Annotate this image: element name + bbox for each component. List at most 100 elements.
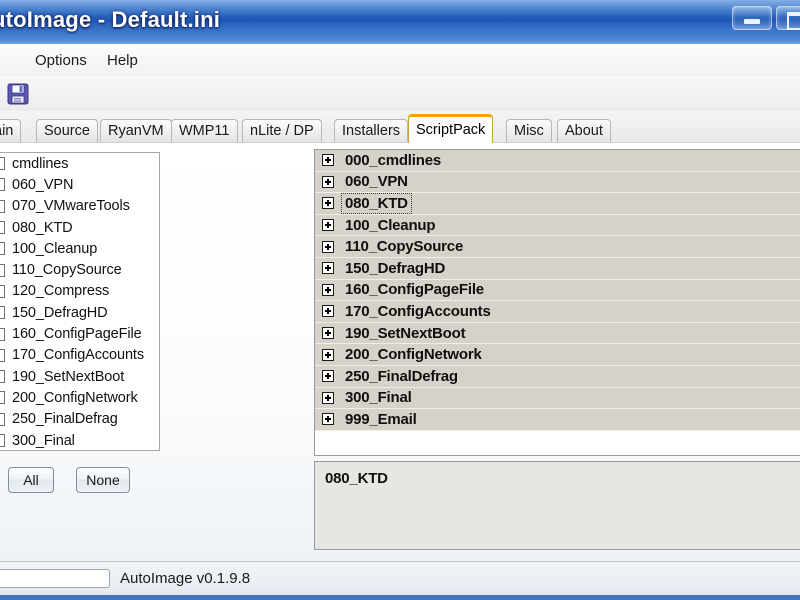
checkbox-icon[interactable]	[0, 199, 5, 213]
title-bar: utoImage - Default.ini	[0, 0, 800, 45]
scriptpack-page: cmdlines 060_VPN 070_VMwareTools 080_KTD 100…	[0, 142, 800, 562]
treeview-row[interactable]: 150_DefragHD	[315, 257, 800, 280]
checkbox-icon[interactable]	[0, 221, 5, 235]
checklist-item-label: 200_ConfigNetwork	[12, 389, 138, 406]
minimize-icon	[744, 19, 760, 24]
checklist-item-label: 250_FinalDefrag	[12, 411, 118, 428]
checkbox-icon[interactable]	[0, 306, 5, 320]
treeview-row-label: 150_DefragHD	[345, 259, 446, 277]
tab-nlite-dp[interactable]: nLite / DP	[242, 119, 322, 143]
checklist-item-label: 300_Final	[12, 432, 75, 449]
checklist-item-label: 060_VPN	[12, 176, 74, 193]
checklist-item[interactable]: 170_ConfigAccounts	[0, 345, 159, 366]
treeview-row[interactable]: 000_cmdlines	[315, 150, 800, 172]
checklist-item[interactable]: 190_SetNextBoot	[0, 366, 159, 387]
treeview-row[interactable]: 160_ConfigPageFile	[315, 279, 800, 302]
checklist-item[interactable]: cmdlines	[0, 153, 159, 174]
maximize-icon	[787, 12, 800, 30]
checkbox-icon[interactable]	[0, 412, 5, 426]
treeview-row-label: 250_FinalDefrag	[345, 367, 458, 385]
treeview-row[interactable]: 999_Email	[315, 409, 800, 431]
checkbox-icon[interactable]	[0, 370, 5, 384]
treeview-row[interactable]: 170_ConfigAccounts	[315, 301, 800, 323]
tab-scriptpack[interactable]: ScriptPack	[408, 114, 494, 143]
window-title: utoImage - Default.ini	[0, 7, 221, 32]
checkbox-icon[interactable]	[0, 327, 5, 341]
checklist-item[interactable]: 060_VPN	[0, 174, 159, 195]
tab-about[interactable]: About	[557, 119, 611, 143]
checklist-item[interactable]: 250_FinalDefrag	[0, 409, 159, 430]
expand-plus-icon[interactable]	[322, 197, 334, 210]
scriptpack-checklist[interactable]: cmdlines 060_VPN 070_VMwareTools 080_KTD 100…	[0, 152, 160, 451]
expand-plus-icon[interactable]	[322, 413, 334, 426]
menu-item-help[interactable]: Help	[101, 50, 144, 71]
treeview-row-label: 080_KTD	[341, 192, 412, 214]
treeview-row[interactable]: 060_VPN	[315, 171, 800, 194]
expand-plus-icon[interactable]	[322, 262, 334, 275]
checklist-item[interactable]: 150_DefragHD	[0, 302, 159, 323]
tab-ain[interactable]: ain	[0, 119, 22, 143]
checklist-item[interactable]: 070_VMwareTools	[0, 196, 159, 217]
tab-ryanvm[interactable]: RyanVM	[100, 119, 172, 143]
expand-plus-icon[interactable]	[322, 348, 334, 361]
checklist-item[interactable]: 160_ConfigPageFile	[0, 323, 159, 344]
checklist-item-label: 070_VMwareTools	[12, 198, 130, 215]
status-bar: AutoImage v0.1.9.8	[0, 561, 800, 600]
version-label: AutoImage v0.1.9.8	[120, 570, 251, 587]
checklist-item-label: 170_ConfigAccounts	[12, 347, 145, 364]
treeview-row-label: 060_VPN	[345, 173, 408, 191]
checkbox-icon[interactable]	[0, 434, 5, 447]
tab-strip: ain SourceRyanVMWMP11nLite / DP Installers…	[0, 111, 800, 143]
tab-source[interactable]: Source	[36, 119, 98, 143]
scriptpack-treeview[interactable]: 000_cmdlines 060_VPN 080_KTD 100_Cleanup 110…	[314, 149, 800, 456]
select-all-button[interactable]: All	[8, 467, 54, 493]
treeview-row[interactable]: 080_KTD	[315, 192, 800, 215]
checkbox-icon[interactable]	[0, 284, 5, 298]
expand-plus-icon[interactable]	[322, 175, 334, 188]
expand-plus-icon[interactable]	[322, 370, 334, 383]
toolbar	[0, 76, 800, 112]
tab-installers[interactable]: Installers	[334, 119, 409, 143]
checkbox-icon[interactable]	[0, 242, 5, 256]
select-none-button[interactable]: None	[76, 467, 130, 493]
checkbox-icon[interactable]	[0, 178, 5, 192]
expand-plus-icon[interactable]	[322, 154, 334, 167]
checklist-item[interactable]: 110_CopySource	[0, 259, 159, 280]
expand-plus-icon[interactable]	[322, 219, 334, 232]
checklist-item-label: 100_Cleanup	[12, 240, 98, 257]
expand-plus-icon[interactable]	[322, 327, 334, 340]
treeview-row[interactable]: 200_ConfigNetwork	[315, 344, 800, 366]
menu-item-options[interactable]: Options	[29, 50, 93, 71]
checklist-item[interactable]: 080_KTD	[0, 217, 159, 238]
checkbox-icon[interactable]	[0, 348, 5, 362]
checklist-item-label: 120_Compress	[12, 283, 110, 300]
checklist-item[interactable]: 200_ConfigNetwork	[0, 387, 159, 408]
expand-plus-icon[interactable]	[322, 305, 334, 318]
expand-plus-icon[interactable]	[322, 283, 334, 296]
checklist-item-label: 110_CopySource	[12, 262, 122, 279]
treeview-row[interactable]: 190_SetNextBoot	[315, 322, 800, 345]
tab-misc[interactable]: Misc	[506, 119, 552, 143]
checkbox-icon[interactable]	[0, 157, 5, 171]
treeview-row-label: 170_ConfigAccounts	[345, 302, 491, 320]
checkbox-icon[interactable]	[0, 263, 5, 277]
checklist-item[interactable]: 120_Compress	[0, 281, 159, 302]
checklist-item[interactable]: 300_Final	[0, 430, 159, 450]
treeview-row[interactable]: 100_Cleanup	[315, 214, 800, 237]
expand-plus-icon[interactable]	[322, 240, 334, 253]
treeview-row-label: 000_cmdlines	[345, 151, 441, 169]
maximize-button[interactable]	[776, 6, 800, 30]
treeview-row-label: 100_Cleanup	[345, 216, 436, 234]
treeview-row-label: 999_Email	[345, 410, 417, 428]
progress-bar	[0, 569, 110, 588]
save-floppy-icon[interactable]	[5, 81, 31, 107]
tab-wmp11[interactable]: WMP11	[171, 119, 238, 143]
treeview-row[interactable]: 250_FinalDefrag	[315, 365, 800, 388]
checkbox-icon[interactable]	[0, 391, 5, 405]
checklist-item-label: 160_ConfigPageFile	[12, 326, 142, 343]
treeview-row[interactable]: 300_Final	[315, 387, 800, 410]
minimize-button[interactable]	[732, 6, 772, 30]
checklist-item[interactable]: 100_Cleanup	[0, 238, 159, 259]
expand-plus-icon[interactable]	[322, 391, 334, 404]
treeview-row[interactable]: 110_CopySource	[315, 236, 800, 258]
